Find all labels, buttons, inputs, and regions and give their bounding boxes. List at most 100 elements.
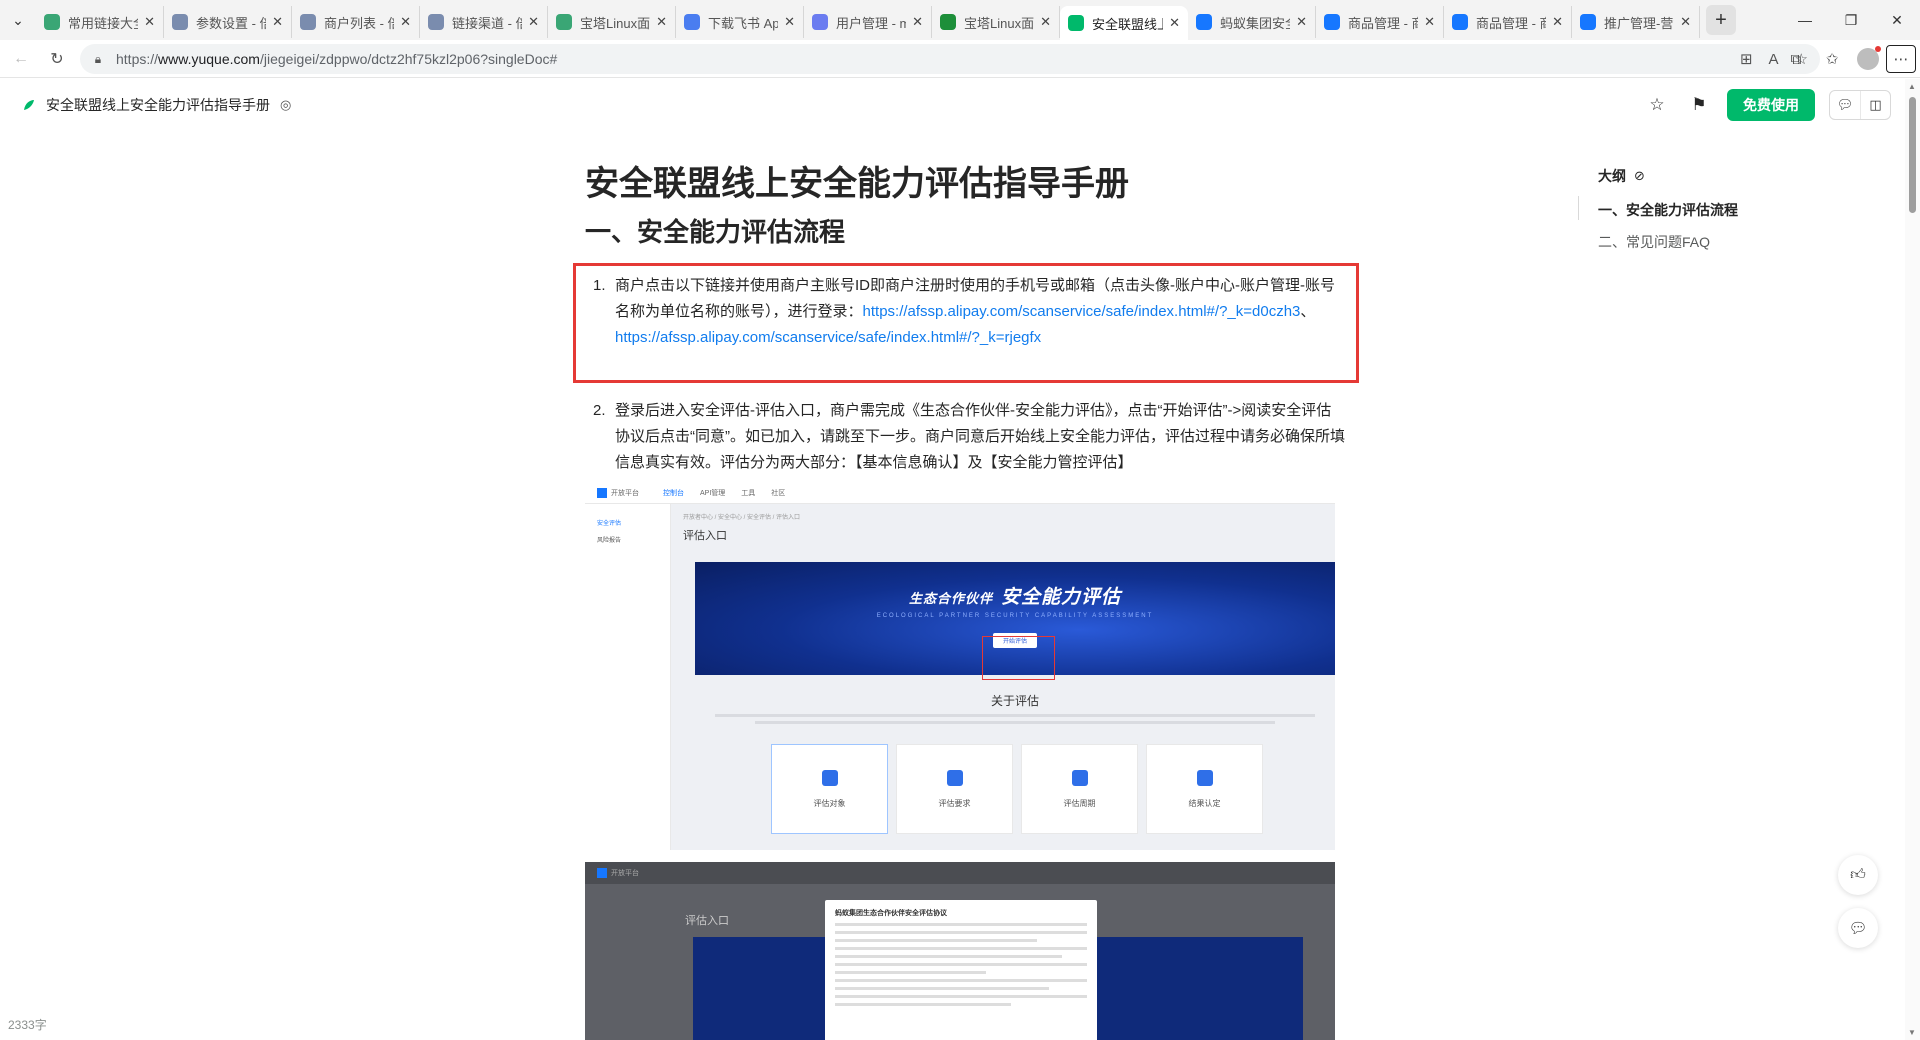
shot-nav-item: 控制台 [663, 489, 684, 497]
url-field[interactable]: 🔒︎ https://www.yuque.com/jiegeigei/zdppw… [80, 44, 1820, 74]
shot-nav-item: 社区 [771, 489, 786, 497]
site-info-icon[interactable]: 🔒︎ [90, 51, 106, 67]
free-use-button[interactable]: 免费使用 [1727, 89, 1815, 121]
scrollbar-thumb[interactable] [1909, 97, 1916, 213]
tab-title: 蚂蚁集团安全 [1220, 15, 1290, 31]
shot-brand: 开放平台 [611, 489, 639, 497]
tab-close-icon[interactable]: ✕ [400, 14, 411, 30]
shot-heading: 评估入口 [683, 530, 727, 542]
profile-avatar[interactable] [1857, 46, 1881, 70]
shot-card: 结果认定 [1146, 744, 1263, 834]
tab-close-icon[interactable]: ✕ [656, 14, 667, 30]
tab-favicon-icon [1324, 14, 1340, 30]
banner-prefix: 生态合作伙伴 [908, 591, 993, 606]
browser-tab[interactable]: 宝塔Linux面板 ✕ [548, 6, 676, 38]
tab-close-icon[interactable]: ✕ [912, 14, 923, 30]
tab-close-icon[interactable]: ✕ [1680, 14, 1691, 30]
browser-tab[interactable]: 参数设置 - 倍 ✕ [164, 6, 292, 38]
app-available-icon[interactable]: ⊞ [1740, 50, 1753, 68]
card-label: 评估周期 [1063, 798, 1096, 808]
outline-item-2[interactable]: 二、常见问题FAQ [1598, 232, 1798, 252]
tab-close-icon[interactable]: ✕ [1424, 14, 1435, 30]
browser-tab[interactable]: 商品管理 - 商 ✕ [1444, 6, 1572, 38]
tab-close-icon[interactable]: ✕ [1040, 14, 1051, 30]
tab-close-icon[interactable]: ✕ [1552, 14, 1563, 30]
back-icon[interactable]: ← [6, 44, 36, 74]
tab-favicon-icon [1580, 14, 1596, 30]
card-label: 评估对象 [813, 798, 846, 808]
shot-agreement-dialog: 蚂蚁集团生态合作伙伴安全评估协议 [825, 900, 1097, 1040]
tab-close-icon[interactable]: ✕ [144, 14, 155, 30]
tab-favicon-icon [940, 14, 956, 30]
tab-favicon-icon [812, 14, 828, 30]
tab-title: 商品管理 - 商 [1476, 15, 1547, 31]
tab-favicon-icon [172, 14, 188, 30]
outline-panel: 大纲 ⊘ 一、安全能力评估流程 二、常见问题FAQ [1578, 166, 1798, 252]
comment-icon[interactable]: 💬︎ [1830, 91, 1860, 119]
present-icon[interactable]: ⚑ [1685, 91, 1713, 119]
tab-favicon-icon [556, 14, 572, 30]
outline-item-1[interactable]: 一、安全能力评估流程 [1598, 200, 1798, 220]
more-menu-icon[interactable]: ⋯ [1886, 45, 1916, 73]
favorites-icon[interactable]: ✩ [1814, 41, 1850, 77]
comment-float-icon[interactable]: 💬︎ [1838, 908, 1878, 948]
public-globe-icon[interactable]: ◎ [280, 97, 291, 113]
browser-tab[interactable]: 常用链接大全 ✕ [36, 6, 164, 38]
tab-title: 推广管理-营销 [1604, 15, 1674, 31]
tab-close-icon[interactable]: ✕ [784, 14, 795, 30]
shot-side-item: 安全评估 [597, 521, 622, 527]
screenshot-agreement-modal[interactable]: 开放平台 评估入口 蚂蚁集团生态合作伙伴安全评估协议 [585, 862, 1335, 1040]
hide-eye-icon[interactable]: ⊘ [1634, 168, 1645, 184]
list-item-text: 登录后进入安全评估-评估入口，商户需完成《生态合作伙伴-安全能力评估》，点击“开… [615, 402, 1345, 471]
tab-actions-menu-icon[interactable]: ⌄ [0, 0, 36, 40]
banner-highlight-box [982, 636, 1055, 680]
reload-icon[interactable]: ↻ [42, 44, 72, 74]
shot-card: 评估对象 [771, 744, 888, 834]
tab-title: 下载飞书 App [708, 15, 779, 31]
list-number: 2. [593, 402, 606, 419]
tab-favicon-icon [1452, 14, 1468, 30]
browser-tab[interactable]: 商户列表 - 倍 ✕ [292, 6, 420, 38]
clock-icon [1071, 769, 1088, 786]
star-icon[interactable]: ☆ [1643, 91, 1671, 119]
page-scrollbar[interactable]: ▲ ▼ [1905, 79, 1920, 1040]
browser-tab[interactable]: 安全联盟线上 ✕ [1060, 6, 1188, 40]
shot-cards: 评估对象 评估要求 评估周期 结果认定 [771, 744, 1263, 834]
tab-title: 用户管理 - m [836, 15, 907, 31]
maximize-icon[interactable]: ❐ [1828, 0, 1874, 40]
tab-close-icon[interactable]: ✕ [1296, 14, 1307, 30]
browser-tab[interactable]: 蚂蚁集团安全 ✕ [1188, 6, 1316, 38]
browser-tab[interactable]: 用户管理 - m ✕ [804, 6, 932, 38]
scroll-down-icon[interactable]: ▼ [1908, 1028, 1916, 1037]
alipay-logo-icon [597, 487, 607, 498]
close-window-icon[interactable]: ✕ [1874, 0, 1920, 40]
screenshot-assessment-entry[interactable]: 开放平台 控制台 API管理 工具 社区 安全评估 风险报告 开放者中心 / 安… [585, 482, 1335, 850]
yuque-logo-icon [24, 100, 34, 110]
tab-title: 安全联盟线上 [1092, 16, 1164, 32]
highlight-box [573, 263, 1359, 383]
browser-tab[interactable]: 宝塔Linux面板 ✕ [932, 6, 1060, 38]
like-icon[interactable]: 👍︎ [1838, 855, 1878, 895]
panel-toggle-icon[interactable]: ◫ [1860, 91, 1890, 119]
tab-favicon-icon [1196, 14, 1212, 30]
tab-close-icon[interactable]: ✕ [1169, 15, 1180, 31]
tab-favicon-icon [428, 14, 444, 30]
minimize-icon[interactable]: — [1782, 0, 1828, 40]
tab-close-icon[interactable]: ✕ [528, 14, 539, 30]
browser-tab[interactable]: 商品管理 - 商 ✕ [1316, 6, 1444, 38]
card-label: 结果认定 [1188, 798, 1221, 808]
browser-tab[interactable]: 下载飞书 App ✕ [676, 6, 804, 38]
tab-title: 参数设置 - 倍 [196, 15, 267, 31]
tab-close-icon[interactable]: ✕ [272, 14, 283, 30]
new-tab-button[interactable]: + [1706, 5, 1736, 35]
browser-tab[interactable]: 推广管理-营销 ✕ [1572, 6, 1700, 38]
shot-about-heading: 关于评估 [990, 694, 1039, 708]
shot-card: 评估周期 [1021, 744, 1138, 834]
extensions-icon[interactable]: ⧉ [1778, 41, 1814, 77]
scroll-up-icon[interactable]: ▲ [1908, 82, 1916, 91]
banner-title: 安全能力评估 [1001, 587, 1122, 608]
banner-subtitle: ECOLOGICAL PARTNER SECURITY CAPABILITY A… [876, 613, 1154, 619]
browser-tab[interactable]: 链接渠道 - 倍 ✕ [420, 6, 548, 38]
shot-topbar: 开放平台 控制台 API管理 工具 社区 [585, 482, 1335, 504]
tab-favicon-icon [1068, 15, 1084, 31]
